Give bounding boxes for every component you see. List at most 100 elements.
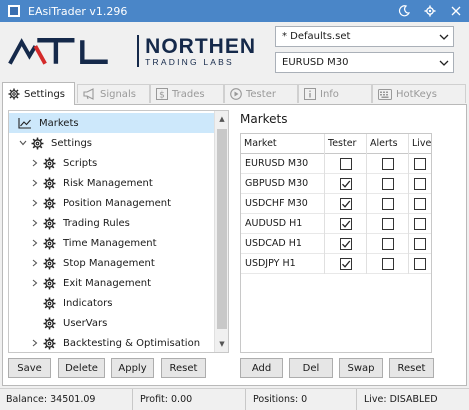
- table-row[interactable]: EURUSD M30: [241, 153, 431, 174]
- alerts-checkbox[interactable]: [381, 217, 394, 230]
- tree-item-label: Scripts: [63, 157, 98, 169]
- tree-item-position-management[interactable]: Position Management: [9, 193, 171, 213]
- live-checkbox[interactable]: [414, 157, 426, 170]
- tester-checkbox[interactable]: [339, 197, 352, 210]
- live-cell: [409, 174, 431, 194]
- settings-file-select[interactable]: * Defaults.set: [275, 26, 454, 47]
- tree-item-trading-rules[interactable]: Trading Rules: [9, 213, 130, 233]
- chevron-down-icon[interactable]: [17, 140, 29, 146]
- tree-item-risk-management[interactable]: Risk Management: [9, 173, 153, 193]
- alerts-checkbox[interactable]: [381, 257, 394, 270]
- delete-button[interactable]: Delete: [58, 358, 105, 378]
- chevron-right-icon[interactable]: [29, 259, 41, 267]
- scroll-down-icon[interactable]: ▼: [215, 336, 228, 352]
- live-checkbox[interactable]: [414, 177, 426, 190]
- alerts-checkbox[interactable]: [381, 197, 394, 210]
- tab-hotkeys[interactable]: HotKeys: [372, 84, 466, 103]
- reset-button[interactable]: Reset: [161, 358, 206, 378]
- live-checkbox[interactable]: [414, 257, 426, 270]
- gear-icon: [41, 277, 57, 290]
- save-button[interactable]: Save: [8, 358, 51, 378]
- chevron-right-icon[interactable]: [29, 279, 41, 287]
- chevron-right-icon[interactable]: [29, 239, 41, 247]
- tree-item-label: Position Management: [63, 197, 171, 209]
- tester-checkbox[interactable]: [339, 157, 352, 170]
- gear-icon: [41, 297, 57, 310]
- gear-icon: [29, 137, 45, 150]
- settings-file-value: * Defaults.set: [282, 31, 351, 42]
- chevron-down-icon[interactable]: [435, 34, 453, 40]
- gear-icon: [41, 257, 57, 270]
- tree-item-stop-management[interactable]: Stop Management: [9, 253, 155, 273]
- profit-status: Profit: 0.00: [134, 389, 246, 410]
- tree-item-settings[interactable]: Settings: [9, 133, 92, 153]
- tree-scrollbar[interactable]: ▲ ▼: [214, 111, 228, 352]
- live-checkbox[interactable]: [414, 197, 426, 210]
- table-row[interactable]: GBPUSD M30: [241, 173, 431, 194]
- tab-info[interactable]: Info: [298, 84, 372, 103]
- tester-checkbox[interactable]: [339, 177, 352, 190]
- alerts-cell: [367, 233, 409, 254]
- tree-item-backtesting[interactable]: Backtesting & Optimisation: [9, 333, 200, 352]
- status-bar: Balance: 34501.09 Profit: 0.00 Positions…: [0, 388, 469, 410]
- market-select[interactable]: EURUSD M30: [275, 52, 454, 73]
- chevron-right-icon[interactable]: [29, 179, 41, 187]
- tree-item-time-management[interactable]: Time Management: [9, 233, 157, 253]
- tester-checkbox[interactable]: [339, 237, 352, 250]
- play-icon: [230, 88, 242, 100]
- tab-label: Signals: [100, 88, 136, 100]
- moon-icon[interactable]: [391, 0, 417, 22]
- chevron-right-icon[interactable]: [29, 159, 41, 167]
- gear-icon: [41, 237, 57, 250]
- tester-checkbox[interactable]: [339, 257, 352, 270]
- tab-signals[interactable]: Signals: [77, 84, 150, 103]
- brand-logo: NORTHEN TRADING LABS: [6, 34, 256, 68]
- alerts-cell: [367, 253, 409, 274]
- dollar-icon: $: [156, 88, 168, 100]
- swap-button[interactable]: Swap: [339, 358, 383, 378]
- live-checkbox[interactable]: [414, 237, 426, 250]
- tree-item-label: UserVars: [63, 317, 108, 329]
- alerts-checkbox[interactable]: [381, 177, 394, 190]
- chevron-right-icon[interactable]: [29, 199, 41, 207]
- del-button[interactable]: Del: [289, 358, 333, 378]
- table-row[interactable]: USDCHF M30: [241, 193, 431, 214]
- table-row[interactable]: USDJPY H1: [241, 253, 431, 274]
- tree-item-markets[interactable]: Markets: [9, 113, 214, 133]
- close-icon[interactable]: [443, 0, 469, 22]
- tree-item-scripts[interactable]: Scripts: [9, 153, 97, 173]
- tree-item-indicators[interactable]: Indicators: [9, 293, 112, 313]
- chevron-down-icon[interactable]: [435, 60, 453, 66]
- alerts-checkbox[interactable]: [381, 157, 394, 170]
- live-cell: [409, 214, 431, 234]
- chevron-right-icon[interactable]: [29, 339, 41, 347]
- live-checkbox[interactable]: [414, 217, 426, 230]
- live-cell: [409, 194, 431, 214]
- market-cell: AUDUSD H1: [241, 213, 325, 234]
- reset-markets-button[interactable]: Reset: [389, 358, 434, 378]
- megaphone-icon: [83, 88, 96, 100]
- table-row[interactable]: USDCAD H1: [241, 233, 431, 254]
- tab-label: Info: [320, 88, 339, 100]
- column-header: Tester: [325, 133, 367, 154]
- tab-trades[interactable]: $ Trades: [150, 84, 224, 103]
- scroll-thumb[interactable]: [217, 129, 227, 329]
- scroll-up-icon[interactable]: ▲: [215, 111, 228, 127]
- tree-item-exit-management[interactable]: Exit Management: [9, 273, 151, 293]
- market-cell: EURUSD M30: [241, 153, 325, 174]
- gear-icon[interactable]: [417, 0, 443, 22]
- tree-item-label: Markets: [39, 117, 79, 129]
- alerts-checkbox[interactable]: [381, 237, 394, 250]
- add-button[interactable]: Add: [240, 358, 283, 378]
- tab-tester[interactable]: Tester: [224, 84, 298, 103]
- tab-settings[interactable]: Settings: [2, 82, 75, 105]
- table-row[interactable]: AUDUSD H1: [241, 213, 431, 234]
- tree-item-uservars[interactable]: UserVars: [9, 313, 107, 333]
- apply-button[interactable]: Apply: [111, 358, 154, 378]
- market-value: EURUSD M30: [282, 57, 349, 68]
- tester-checkbox[interactable]: [339, 217, 352, 230]
- market-cell: USDJPY H1: [241, 253, 325, 274]
- positions-status: Positions: 0: [247, 389, 357, 410]
- tester-cell: [325, 173, 367, 194]
- chevron-right-icon[interactable]: [29, 219, 41, 227]
